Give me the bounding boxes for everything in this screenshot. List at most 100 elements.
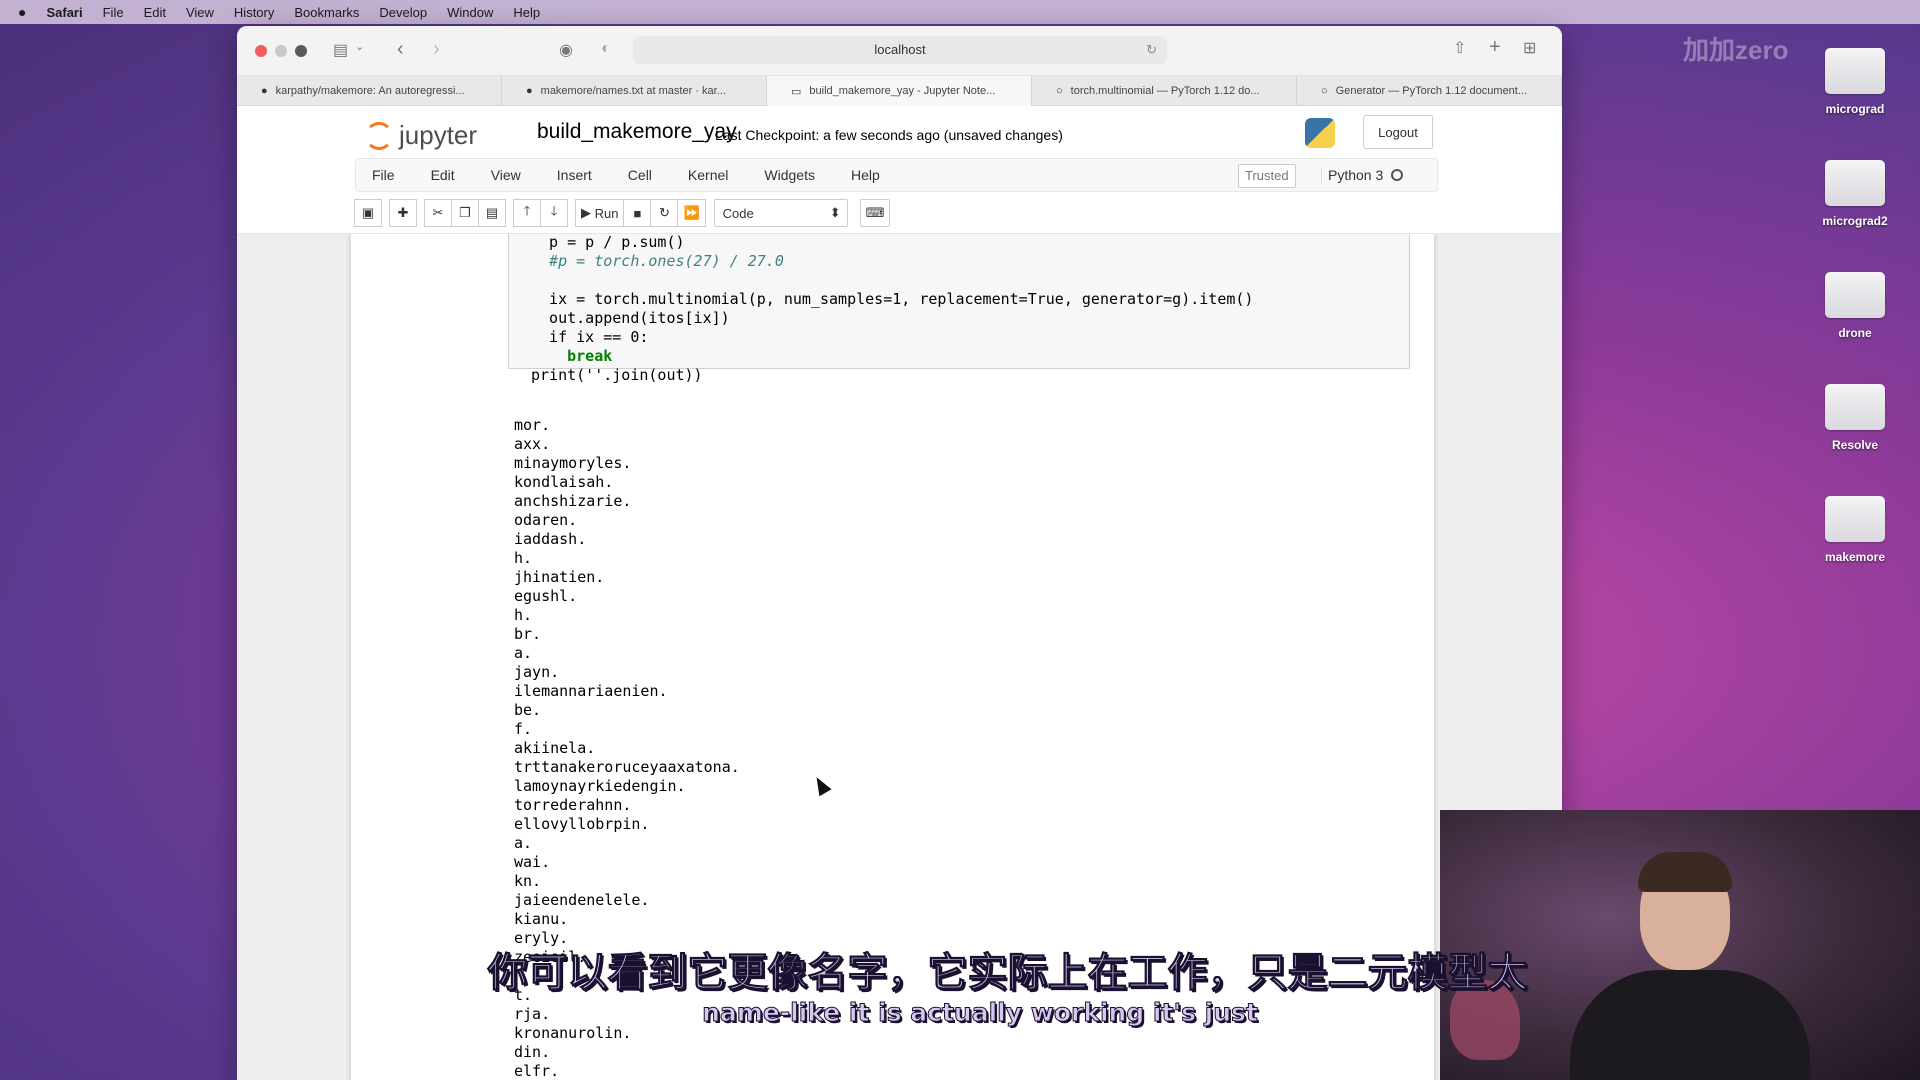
menubar-item-help[interactable]: Help: [513, 5, 540, 20]
desktop-folder-label: Resolve: [1831, 438, 1879, 452]
tab-names-txt[interactable]: ● makemore/names.txt at master · kar...: [502, 76, 767, 106]
restart-button[interactable]: ↻: [650, 199, 679, 227]
menu-kernel[interactable]: Kernel: [688, 167, 728, 183]
tab-jupyter-notebook[interactable]: ▭ build_makemore_yay - Jupyter Note...: [767, 76, 1032, 106]
interrupt-button[interactable]: ■: [623, 199, 652, 227]
menubar-item-develop[interactable]: Develop: [379, 5, 427, 20]
output-line: jaieendenelele.: [514, 891, 650, 909]
menubar-item-view[interactable]: View: [186, 5, 214, 20]
address-bar[interactable]: localhost ↻: [633, 36, 1167, 64]
desktop-folder-micrograd2[interactable]: micrograd2: [1800, 160, 1910, 228]
tab-makemore-repo[interactable]: ● karpathy/makemore: An autoregressi...: [237, 76, 502, 106]
output-line: a.: [514, 644, 533, 662]
output-line: iaddash.: [514, 530, 587, 548]
logout-button[interactable]: Logout: [1363, 115, 1433, 149]
run-button[interactable]: ▶ Run: [575, 199, 625, 227]
menu-view[interactable]: View: [491, 167, 521, 183]
menubar-item-bookmarks[interactable]: Bookmarks: [294, 5, 359, 20]
tab-label: makemore/names.txt at master · kar...: [540, 85, 726, 97]
menubar-item-safari[interactable]: Safari: [46, 5, 82, 20]
jupyter-logo-text: jupyter: [399, 120, 478, 150]
new-tab-icon[interactable]: +: [1489, 36, 1501, 59]
apple-icon[interactable]: ●: [18, 4, 26, 20]
desktop-folder-label: micrograd2: [1822, 214, 1888, 228]
jupyter-logo[interactable]: jupyter: [365, 120, 477, 151]
jupyter-logo-icon: [365, 121, 393, 150]
desktop-folder-makemore[interactable]: makemore: [1800, 496, 1910, 564]
back-button[interactable]: ‹: [397, 38, 404, 61]
github-icon: ●: [261, 85, 268, 97]
tab-overview-icon[interactable]: ⊞: [1523, 38, 1536, 58]
output-line: lamoynayrkiedengin.: [514, 777, 686, 795]
tab-torch-multinomial[interactable]: ○ torch.multinomial — PyTorch 1.12 do...: [1032, 76, 1297, 106]
macos-menubar: ● Safari File Edit View History Bookmark…: [0, 0, 1920, 24]
output-line: be.: [514, 701, 542, 719]
cell-type-value: Code: [722, 205, 754, 221]
arrow-down-icon: 🡓: [550, 203, 558, 218]
shield-icon[interactable]: ◐: [601, 40, 611, 58]
notebook-title[interactable]: build_makemore_yay: [537, 120, 737, 144]
output-line: br.: [514, 625, 542, 643]
menubar-item-file[interactable]: File: [103, 5, 124, 20]
desktop-folder-drone[interactable]: drone: [1800, 272, 1910, 340]
watermark: 加加zero: [1683, 35, 1789, 65]
menu-help[interactable]: Help: [851, 167, 880, 183]
output-line: h.: [514, 606, 533, 624]
keyboard-icon: ⌨: [865, 205, 885, 220]
save-button[interactable]: ▣: [354, 199, 382, 227]
forward-button[interactable]: ›: [433, 38, 440, 61]
cell-type-select[interactable]: Code ⬍: [713, 199, 848, 227]
menubar-item-window[interactable]: Window: [447, 5, 493, 20]
output-line: kondlaisah.: [514, 473, 614, 491]
trusted-indicator[interactable]: Trusted: [1238, 164, 1296, 188]
output-line: jhinatien.: [514, 568, 605, 586]
python-logo-icon: [1305, 118, 1335, 148]
reload-icon[interactable]: ↻: [1146, 36, 1157, 64]
restart-icon: ↻: [659, 205, 670, 220]
code-line: ix = torch.multinomial(p, num_samples=1,…: [531, 290, 1254, 308]
kernel-name: Python 3: [1328, 167, 1384, 183]
folder-icon: [1825, 48, 1885, 94]
menu-edit[interactable]: Edit: [431, 167, 455, 183]
tab-generator-docs[interactable]: ○ Generator — PyTorch 1.12 document...: [1297, 76, 1562, 106]
scissors-icon: ✂: [432, 205, 444, 220]
menu-insert[interactable]: Insert: [557, 167, 592, 183]
insert-cell-button[interactable]: ✚: [389, 199, 417, 227]
output-line: kianu.: [514, 910, 569, 928]
command-palette-button[interactable]: ⌨: [859, 199, 891, 227]
menubar-item-edit[interactable]: Edit: [144, 5, 166, 20]
sidebar-toggle-icon[interactable]: ▤: [333, 40, 348, 60]
desktop-folder-label: makemore: [1824, 550, 1886, 564]
privacy-report-icon[interactable]: ◉: [559, 40, 573, 60]
code-cell-input[interactable]: p = p / p.sum() #p = torch.ones(27) / 27…: [508, 234, 1410, 384]
window-controls: [255, 44, 307, 57]
chevron-down-icon[interactable]: ⌄: [355, 40, 364, 53]
zoom-window-button[interactable]: [295, 44, 307, 57]
output-line: elfr.: [514, 1062, 560, 1080]
menu-widgets[interactable]: Widgets: [764, 167, 815, 183]
menu-cell[interactable]: Cell: [628, 167, 652, 183]
subtitle-chinese: 你可以看到它更像名字，它实际上在工作，只是二元模型太: [487, 950, 1528, 997]
desktop-folder-micrograd[interactable]: micrograd: [1800, 48, 1910, 116]
fast-forward-icon: ⏩: [683, 205, 700, 220]
kernel-idle-icon: [1391, 169, 1404, 181]
menubar-item-history[interactable]: History: [234, 5, 274, 20]
code-editor[interactable]: p = p / p.sum() #p = torch.ones(27) / 27…: [531, 234, 1253, 385]
output-line: kn.: [514, 872, 542, 890]
minimize-window-button[interactable]: [275, 44, 287, 57]
kernel-indicator[interactable]: Python 3: [1321, 167, 1404, 183]
cut-button[interactable]: ✂: [424, 199, 452, 227]
output-line: trttanakeroruceyaaxatona.: [514, 758, 740, 776]
move-down-button[interactable]: 🡓: [540, 199, 568, 227]
close-window-button[interactable]: [255, 44, 267, 57]
copy-button[interactable]: ❐: [451, 199, 479, 227]
safari-window: ▤ ⌄ ‹ › ◉ ◐ localhost ↻ ⇧ + ⊞ ● karpathy…: [237, 26, 1562, 1080]
restart-run-all-button[interactable]: ⏩: [677, 199, 706, 227]
desktop-folder-resolve[interactable]: Resolve: [1800, 384, 1910, 452]
output-line: h.: [514, 549, 533, 567]
move-up-button[interactable]: 🡑: [513, 199, 541, 227]
github-icon: ●: [526, 85, 533, 97]
share-icon[interactable]: ⇧: [1453, 38, 1466, 58]
paste-button[interactable]: ▤: [478, 199, 506, 227]
menu-file[interactable]: File: [372, 167, 395, 183]
